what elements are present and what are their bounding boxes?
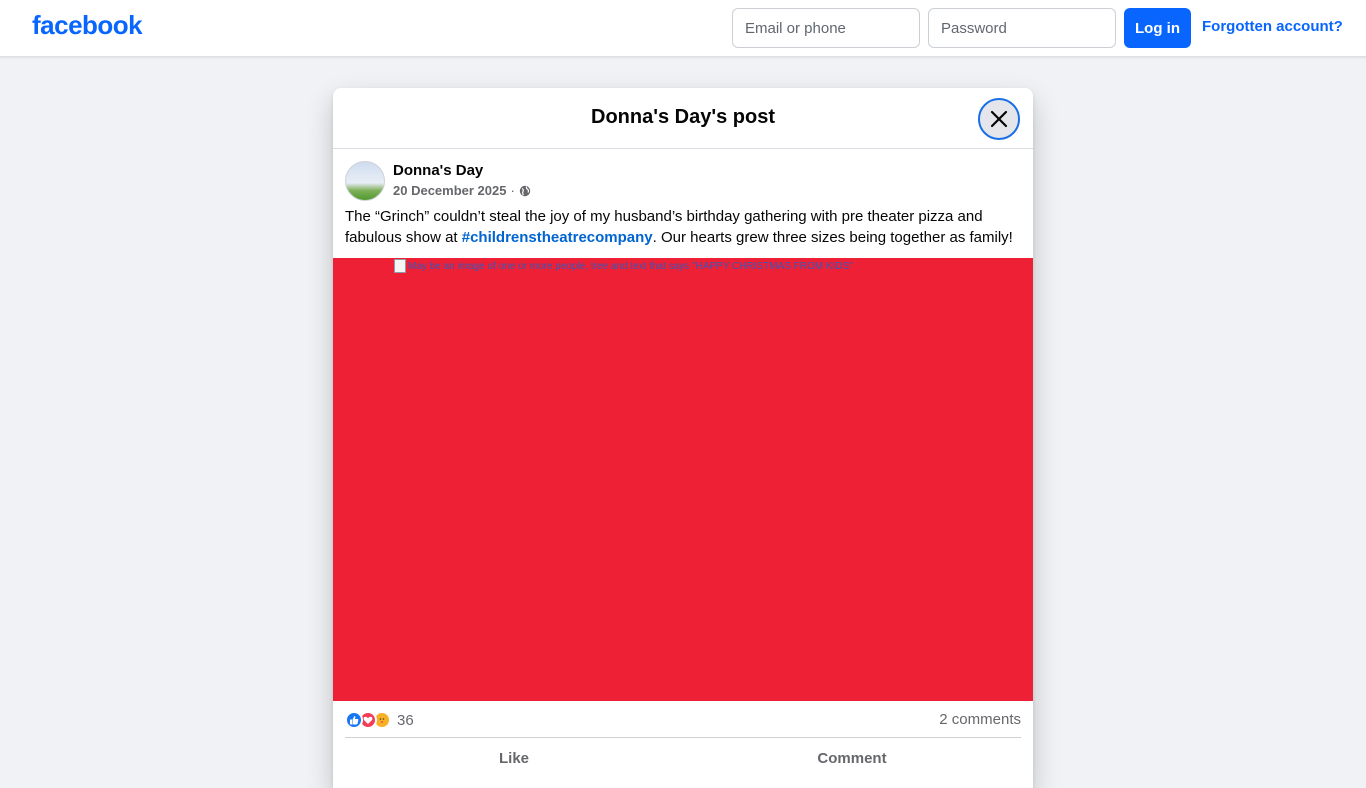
like-reaction-icon bbox=[345, 711, 363, 729]
post-text-after: . Our hearts grew three sizes being toge… bbox=[652, 229, 1013, 246]
post-text: The “Grinch” couldn’t steal the joy of m… bbox=[345, 206, 1021, 248]
modal-header: Donna's Day's post bbox=[333, 88, 1033, 149]
globe-icon bbox=[519, 185, 531, 196]
close-icon bbox=[990, 110, 1008, 128]
post-date[interactable]: 20 December 2025 bbox=[393, 183, 506, 198]
post-modal: Donna's Day's post Donna's Day 20 Decemb… bbox=[333, 88, 1033, 788]
modal-title: Donna's Day's post bbox=[591, 106, 775, 128]
image-alt-label: May be an image of one or more people, t… bbox=[408, 260, 853, 272]
comment-button[interactable]: Comment bbox=[683, 738, 1021, 778]
top-navigation-bar: facebook Log in Forgotten account? bbox=[0, 0, 1366, 57]
author-name[interactable]: Donna's Day bbox=[393, 162, 483, 179]
hashtag-link[interactable]: #childrenstheatrecompany bbox=[462, 229, 653, 246]
post-meta: 20 December 2025 · bbox=[393, 183, 531, 198]
email-input[interactable] bbox=[732, 8, 920, 48]
post-image[interactable]: May be an image of one or more people, t… bbox=[333, 258, 1033, 701]
broken-image-icon bbox=[394, 259, 406, 273]
forgotten-account-link[interactable]: Forgotten account? bbox=[1202, 18, 1343, 35]
reactions-summary[interactable]: 36 bbox=[345, 708, 414, 732]
password-input[interactable] bbox=[928, 8, 1116, 48]
close-button[interactable] bbox=[978, 98, 1020, 140]
facebook-logo[interactable]: facebook bbox=[32, 10, 143, 41]
author-avatar[interactable] bbox=[345, 161, 385, 201]
comments-count[interactable]: 2 comments bbox=[939, 711, 1021, 728]
login-button[interactable]: Log in bbox=[1124, 8, 1191, 48]
meta-separator: · bbox=[510, 183, 515, 198]
reaction-count: 36 bbox=[397, 711, 414, 729]
like-button[interactable]: Like bbox=[345, 738, 683, 778]
image-alt-text: May be an image of one or more people, t… bbox=[394, 259, 853, 273]
